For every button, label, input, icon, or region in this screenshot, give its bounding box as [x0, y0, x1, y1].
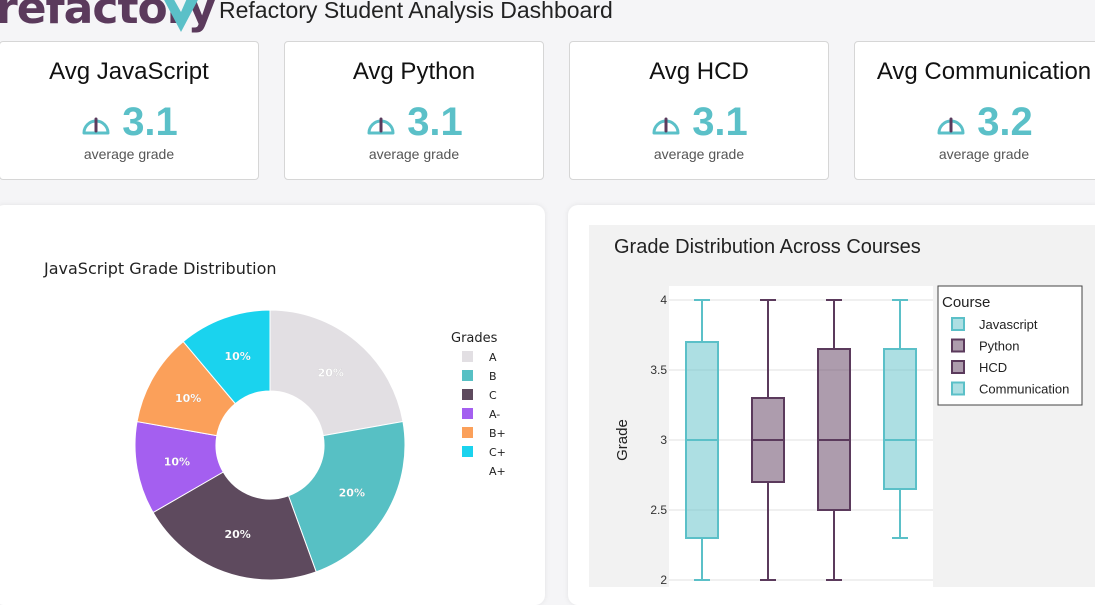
kpi-card-subtitle: average grade: [653, 146, 745, 162]
kpi-card-value-row: 3.1: [0, 100, 258, 145]
pie-legend-label[interactable]: A+: [489, 465, 506, 478]
box-legend-swatch[interactable]: [951, 381, 965, 396]
kpi-card-value: 3.1: [692, 100, 748, 144]
kpi-card-value: 3.2: [977, 100, 1033, 144]
box-chart: 2 2.5 3 3.5 4 Grade Course Javascript Python HCD C…: [614, 285, 1083, 587]
pie-slice-label: 20%: [318, 367, 344, 380]
pie-legend-swatch[interactable]: [462, 446, 473, 457]
kpi-card-value-row: 3.1: [285, 100, 543, 145]
y-tick-label: 3.5: [650, 363, 667, 377]
kpi-card: Avg Python 3.1 average grade: [284, 41, 544, 180]
pie-legend-label[interactable]: B: [489, 370, 497, 383]
pie-legend-label[interactable]: A: [489, 351, 497, 364]
y-tick-label: 4: [660, 293, 667, 307]
gauge-icon: [937, 117, 965, 134]
kpi-card-title: Avg JavaScript: [49, 58, 209, 85]
pie-legend-swatch[interactable]: [462, 427, 473, 438]
page-title: Refactory Student Analysis Dashboard: [219, 0, 613, 23]
kpi-card-title: Avg Python: [352, 58, 476, 85]
gauge-icon: [367, 117, 395, 134]
pie-legend-label[interactable]: B+: [489, 427, 506, 440]
box-legend-title: Course: [942, 294, 990, 311]
box-legend-label[interactable]: Javascript: [979, 317, 1038, 332]
pie-slice-label: 10%: [175, 392, 201, 405]
pie-slice-label: 10%: [164, 455, 190, 468]
pie-slice-label: 20%: [225, 528, 251, 541]
box-chart-title: Grade Distribution Across Courses: [614, 236, 921, 258]
kpi-card-value: 3.1: [407, 100, 463, 144]
kpi-card-subtitle: average grade: [83, 146, 175, 162]
box-legend-swatch[interactable]: [951, 338, 965, 353]
gauge-icon: [652, 117, 680, 134]
box-legend-swatch[interactable]: [951, 317, 965, 331]
pie-legend-label[interactable]: C+: [489, 446, 506, 459]
box-javascript[interactable]: [685, 299, 719, 581]
kpi-card-value-row: 3.1: [570, 100, 828, 145]
box-legend-label[interactable]: Communication: [979, 382, 1069, 397]
pie-legend-swatch[interactable]: [462, 370, 473, 381]
gauge-icon: [82, 117, 110, 134]
pie-slice-label: 10%: [225, 350, 251, 363]
header: refactory Refactory Student Analysis Das…: [0, 0, 1095, 34]
pie-legend-title: Grades: [451, 331, 498, 346]
y-tick-label: 2: [660, 573, 667, 587]
box-body: [817, 348, 851, 511]
y-axis-label: Grade: [614, 419, 631, 461]
box-body: [883, 348, 917, 490]
kpi-card-value-row: 3.2: [855, 100, 1095, 145]
box-legend-label[interactable]: HCD: [979, 360, 1007, 375]
kpi-card: Avg Communication 3.2 average grade: [854, 41, 1095, 180]
box-legend-label[interactable]: Python: [979, 339, 1019, 354]
pie-chart: 20% 20% 20% 10% 10% 10% Grades ABC A- B+ C+ A+: [134, 309, 506, 581]
kpi-card: Avg HCD 3.1 average grade: [569, 41, 829, 180]
kpi-card-value: 3.1: [122, 100, 178, 144]
logo-mark-icon: [164, 0, 198, 32]
pie-legend-swatch[interactable]: [462, 351, 473, 362]
pie-legend-swatch[interactable]: [462, 408, 473, 419]
kpi-card-title: Avg Communication: [876, 58, 1092, 85]
pie-chart-title: JavaScript Grade Distribution: [44, 259, 277, 278]
kpi-card-title: Avg HCD: [649, 58, 749, 85]
pie-legend-swatch[interactable]: [462, 465, 473, 476]
box-legend-swatch[interactable]: [951, 360, 965, 374]
kpi-card: Avg JavaScript 3.1 average grade: [0, 41, 259, 180]
pie-legend-label[interactable]: C: [489, 389, 497, 402]
kpi-card-subtitle: average grade: [368, 146, 460, 162]
pie-legend-swatch[interactable]: [462, 389, 473, 400]
kpi-card-subtitle: average grade: [938, 146, 1030, 162]
pie-legend-label[interactable]: A-: [489, 408, 500, 421]
y-tick-label: 2.5: [650, 503, 667, 517]
y-tick-label: 3: [660, 433, 667, 447]
pie-slice-label: 20%: [339, 486, 365, 499]
